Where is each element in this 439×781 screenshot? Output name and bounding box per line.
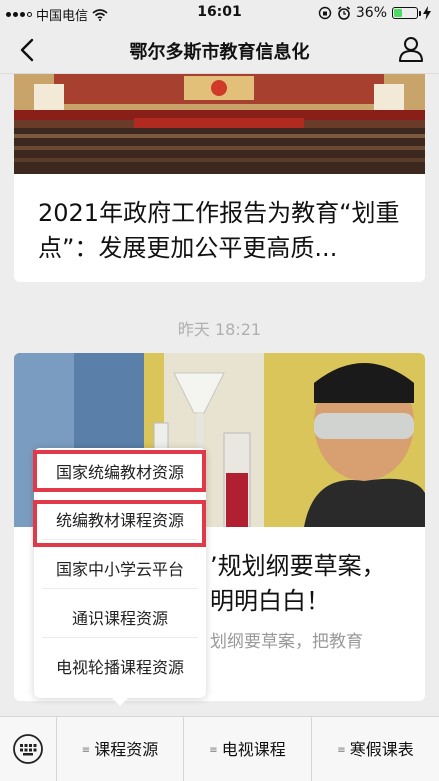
alarm-icon	[337, 6, 350, 20]
menu-item-tv-course[interactable]: 电视轮播课程资源	[42, 649, 198, 687]
orientation-lock-icon	[318, 6, 332, 20]
tab-label: 寒假课表	[349, 740, 414, 759]
status-right: 36%	[318, 5, 431, 21]
highlight-box	[33, 450, 206, 492]
menu-item-cloud-platform[interactable]: 国家中小学云平台	[42, 551, 198, 589]
page-title: 鄂尔多斯市教育信息化	[129, 42, 310, 63]
battery-icon	[392, 7, 421, 19]
bottom-menu-bar: ≡ 课程资源 ≡ 电视课程 ≡ 寒假课表	[0, 716, 439, 781]
article-title[interactable]: ’规划纲要草案，明明白白！	[210, 549, 407, 619]
profile-icon[interactable]	[397, 35, 425, 63]
menu-item-general-course[interactable]: 通识课程资源	[42, 600, 198, 638]
back-icon[interactable]	[14, 36, 42, 64]
menu-icon: ≡	[337, 745, 346, 756]
charging-icon	[423, 6, 431, 20]
tab-label: 课程资源	[94, 740, 159, 759]
battery-percent: 36%	[355, 5, 387, 21]
timestamp: 昨天 18:21	[177, 320, 262, 339]
article-card[interactable]: 2021年政府工作报告为教育“划重点”：发展更加公平更高质...	[14, 74, 425, 282]
article-summary: 划纲要草案，把教育	[210, 632, 363, 652]
tab-tv-courses[interactable]: ≡ 电视课程	[184, 717, 311, 781]
tab-label: 电视课程	[221, 740, 286, 759]
keyboard-icon[interactable]	[12, 733, 44, 765]
article-title[interactable]: 2021年政府工作报告为教育“划重点”：发展更加公平更高质...	[38, 196, 407, 266]
menu-icon: ≡	[209, 745, 218, 756]
highlight-box	[33, 500, 206, 547]
tab-winter-schedule[interactable]: ≡ 寒假课表	[312, 717, 439, 781]
navigation-bar: 鄂尔多斯市教育信息化	[0, 26, 439, 74]
tab-course-resources[interactable]: ≡ 课程资源	[57, 717, 183, 781]
article-image	[14, 74, 425, 174]
menu-icon: ≡	[81, 745, 91, 756]
status-bar: 中国电信 16:01 36%	[0, 0, 439, 26]
